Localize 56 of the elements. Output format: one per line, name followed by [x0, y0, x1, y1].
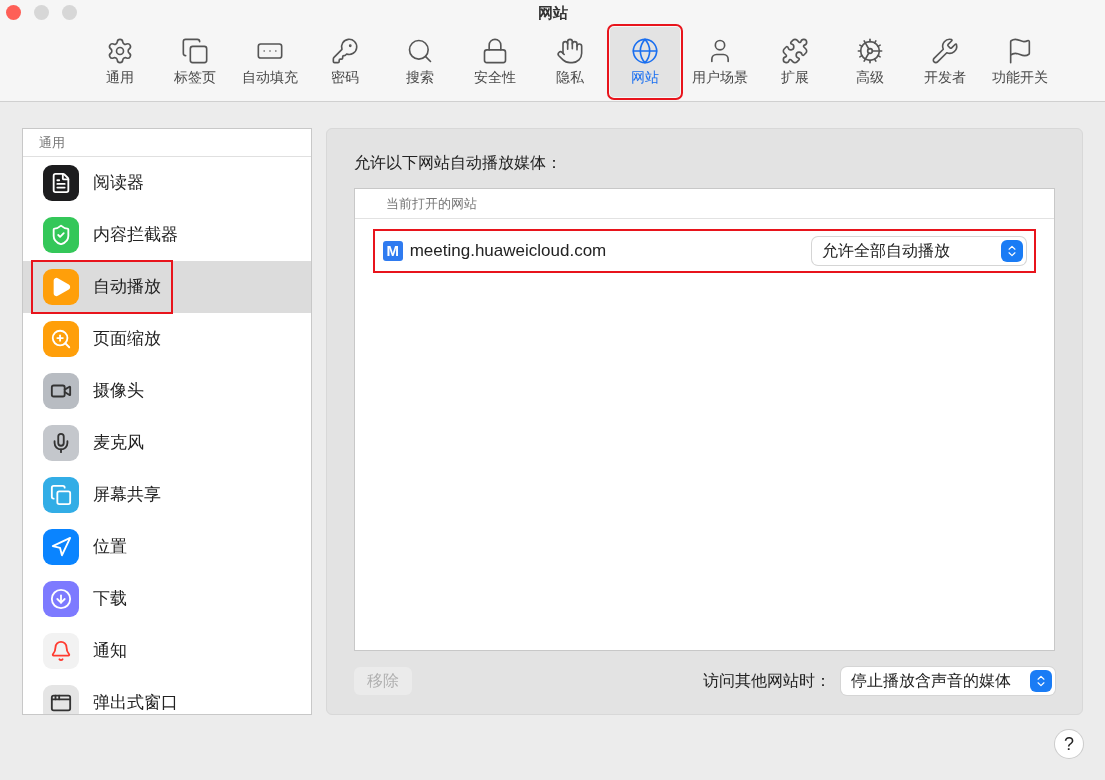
shield-check-icon	[43, 217, 79, 253]
window-title: 网站	[537, 2, 568, 23]
sidebar-item[interactable]: 内容拦截器	[33, 210, 188, 260]
help-button[interactable]: ?	[1055, 730, 1083, 758]
document-icon	[43, 165, 79, 201]
other-sites-dropdown[interactable]: 停止播放含声音的媒体	[841, 667, 1055, 695]
sidebar-item[interactable]: 阅读器	[33, 158, 154, 208]
toolbar-tab[interactable]: 高级	[835, 27, 905, 97]
toolbar-tab[interactable]: 密码	[310, 27, 380, 97]
toolbar-tab[interactable]: 用户场景	[685, 27, 755, 97]
puzzle-icon	[781, 36, 809, 65]
key-icon	[331, 36, 359, 65]
sidebar-item[interactable]: 通知	[33, 626, 137, 676]
toolbar-tab[interactable]: 自动填充	[235, 27, 305, 97]
window-icon	[43, 685, 79, 714]
overlapping-squares-icon	[181, 36, 209, 65]
sidebar-item[interactable]: 位置	[33, 522, 137, 572]
toolbar-tab[interactable]: 标签页	[160, 27, 230, 97]
sidebar-item[interactable]: 下载	[33, 574, 137, 624]
toolbar-tab[interactable]: 搜索	[385, 27, 455, 97]
stepper-icon	[1001, 240, 1023, 262]
hand-icon	[556, 36, 584, 65]
stepper-icon	[1030, 670, 1052, 692]
toolbar-tab[interactable]: 网站	[610, 27, 680, 97]
globe-icon	[631, 36, 659, 65]
screens-icon	[43, 477, 79, 513]
toolbar-tab[interactable]: 功能开关	[985, 27, 1055, 97]
sidebar-item[interactable]: 页面缩放	[33, 314, 171, 364]
sidebar-header: 通用	[23, 129, 311, 157]
sidebar-item[interactable]: 弹出式窗口	[33, 678, 188, 714]
bell-icon	[43, 633, 79, 669]
sidebar-item[interactable]: 屏幕共享	[33, 470, 171, 520]
minimize-button[interactable]	[34, 5, 49, 20]
site-domain: meeting.huaweicloud.com	[409, 240, 607, 263]
site-row[interactable]: M meeting.huaweicloud.com 允许全部自动播放	[374, 231, 1034, 271]
toolbar-tab[interactable]: 扩展	[760, 27, 830, 97]
toolbar-tab[interactable]: 开发者	[910, 27, 980, 97]
gear-icon	[106, 36, 134, 65]
zoom-in-icon	[43, 321, 79, 357]
site-favicon: M	[382, 241, 403, 261]
zoom-button[interactable]	[62, 5, 77, 20]
microphone-icon	[43, 425, 79, 461]
download-icon	[43, 581, 79, 617]
play-icon	[43, 269, 79, 305]
lock-icon	[481, 36, 509, 65]
toolbar-tab[interactable]: 安全性	[460, 27, 530, 97]
toolbar-tab[interactable]: 通用	[85, 27, 155, 97]
video-camera-icon	[43, 373, 79, 409]
other-sites-label: 访问其他网站时：	[703, 671, 831, 691]
close-button[interactable]	[6, 5, 21, 20]
sidebar-item[interactable]: 麦克风	[33, 418, 154, 468]
toolbar-tab[interactable]: 隐私	[535, 27, 605, 97]
setting-dropdown[interactable]: 允许全部自动播放	[812, 237, 1026, 265]
panel-heading: 允许以下网站自动播放媒体：	[353, 153, 563, 173]
sidebar-item[interactable]: 摄像头	[33, 366, 154, 416]
list-header: 当前打开的网站	[354, 189, 1054, 219]
